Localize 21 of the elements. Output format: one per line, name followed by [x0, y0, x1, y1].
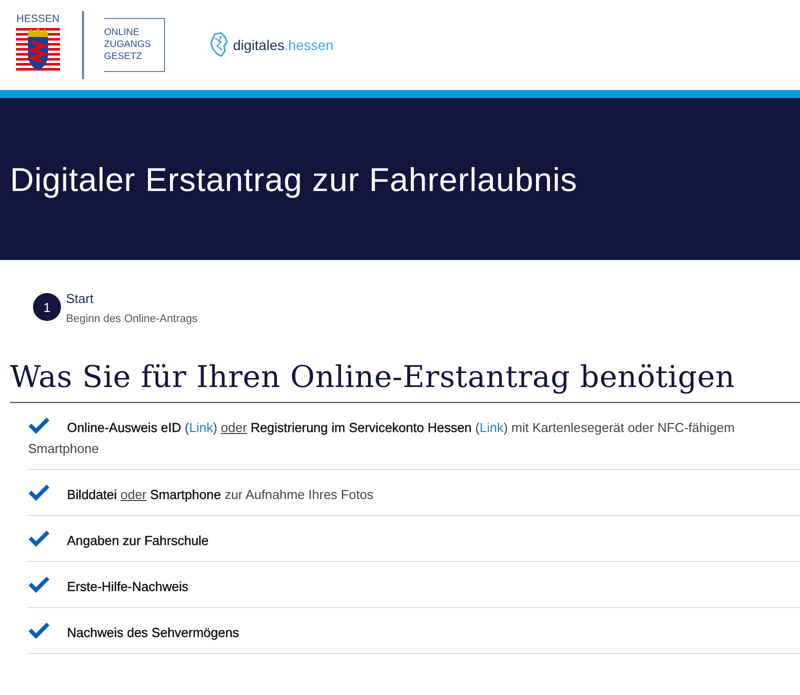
link[interactable]: oder: [120, 487, 147, 502]
requirement-text: Bilddatei oder Smartphone zur Aufnahme Ihres Fotos: [66, 486, 374, 504]
logo-text: ONLINE: [104, 27, 140, 39]
link[interactable]: Link: [189, 420, 213, 435]
coat-of-arms-icon: [16, 28, 60, 74]
link[interactable]: oder: [220, 420, 247, 435]
logo-text: ZUGANGS: [104, 39, 151, 51]
step-number: 1: [33, 293, 61, 321]
logo-text: HESSEN: [16, 12, 60, 24]
step-subtitle: Beginn des Online-Antrags: [66, 312, 198, 327]
logo-text: digitales.hessen: [233, 37, 334, 53]
section-heading: Was Sie für Ihren Online-Erstantrag benötigen: [10, 338, 800, 403]
requirement-text: Online-Ausweis eID (Link) oder Registrierung im Servicekonto Hessen (Link) mit Kartenlesegerät oder NFC-fähigem Smartphone: [28, 419, 736, 458]
requirement-text: Erste-Hilfe-Nachweis: [66, 578, 190, 596]
page-title: Digitaler Erstantrag zur Fahrerlaubnis: [10, 160, 578, 199]
requirement-text: Nachweis des Sehvermögens: [66, 624, 240, 642]
logo-text: GESETZ: [104, 51, 142, 63]
link[interactable]: Link: [480, 420, 504, 435]
map-outline-icon: [209, 32, 229, 58]
step-title: Start: [66, 290, 94, 308]
requirement-text: Angaben zur Fahrschule: [66, 532, 210, 550]
